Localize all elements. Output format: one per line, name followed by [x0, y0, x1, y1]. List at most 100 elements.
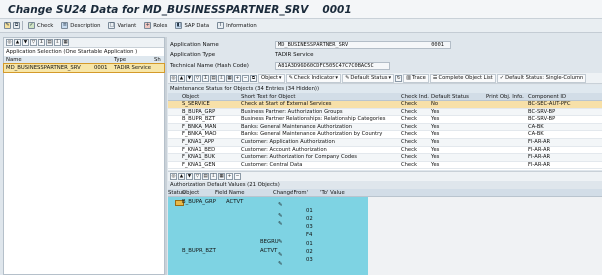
- component-id-cell: BC-SRV-BP: [528, 116, 556, 123]
- column-header[interactable]: 'From' Value: [292, 189, 320, 204]
- column-header[interactable]: Status: [168, 189, 185, 196]
- insert-icon[interactable]: +: [226, 173, 233, 180]
- information-button[interactable]: i Information: [214, 20, 260, 31]
- print-icon[interactable]: ▤: [46, 39, 53, 46]
- column-header[interactable]: 'To' Value: [320, 189, 370, 196]
- print-info-cell: [486, 109, 528, 116]
- pen-icon[interactable]: ✎: [4, 22, 11, 29]
- column-header[interactable]: Change: [273, 189, 293, 196]
- from-value-cell: F4: [306, 232, 313, 238]
- description-button[interactable]: ≡ Description: [58, 20, 103, 31]
- sort-desc-icon[interactable]: ▼: [186, 173, 193, 180]
- print-info-cell: [486, 124, 528, 131]
- information-icon: i: [217, 22, 225, 29]
- export-icon[interactable]: ⇩: [210, 173, 217, 180]
- change-icon[interactable]: ✎: [278, 239, 282, 245]
- check-ind-cell: Check: [401, 108, 417, 115]
- filter-icon[interactable]: ▽: [194, 173, 201, 180]
- print-icon[interactable]: ▤: [210, 74, 217, 82]
- column-header[interactable]: Sh: [154, 56, 164, 63]
- details-icon[interactable]: ◎: [170, 74, 177, 82]
- from-value-cell: 02: [306, 249, 313, 255]
- export-icon[interactable]: ⇩: [54, 39, 61, 46]
- delete-icon[interactable]: −: [242, 74, 249, 82]
- filter-icon[interactable]: ▽: [194, 74, 201, 82]
- splitter[interactable]: [165, 37, 167, 275]
- column-header[interactable]: Short Text for Object: [241, 93, 401, 100]
- trace-button[interactable]: ▥ Trace: [403, 73, 429, 83]
- auth-object-cell: B_BUPR_BZT: [182, 248, 216, 254]
- insert-icon[interactable]: +: [234, 74, 241, 82]
- objects-table-body: S_SERVICE Check at Start of External Serv…: [168, 101, 602, 170]
- filter-icon[interactable]: ▽: [30, 39, 37, 46]
- table-row[interactable]: F_KNA1_GEN Customer: Central Data Check Yes…: [168, 162, 602, 170]
- print-info-cell: [486, 139, 528, 146]
- sum-icon[interactable]: Σ: [38, 39, 45, 46]
- table-row[interactable]: F_BNKA_MAN Banks: General Maintenance Aut…: [168, 123, 602, 132]
- short-text-cell: Business Partner Relationships: Relation…: [241, 116, 386, 123]
- sort-asc-icon[interactable]: ▲: [178, 74, 185, 82]
- table-row[interactable]: F_KNA1_APP Customer: Application Authoriz…: [168, 138, 602, 147]
- layout-icon[interactable]: ▦: [62, 39, 69, 46]
- check-indicator-dropdown[interactable]: ✎ Check Indicator ▾: [285, 73, 342, 83]
- table-row[interactable]: MD_BUSINESSPARTNER_SRV 0001 TADIR Service: [3, 63, 165, 73]
- default-status-cell: Yes: [431, 161, 440, 168]
- change-icon[interactable]: ✎: [278, 202, 282, 208]
- sort-asc-icon[interactable]: ▲: [14, 39, 21, 46]
- sap-data-button[interactable]: ◧ SAP Data: [172, 20, 212, 31]
- sort-asc-icon[interactable]: ▲: [178, 173, 185, 180]
- roles-button[interactable]: + Roles: [141, 20, 170, 31]
- description-icon: ≡: [61, 22, 69, 29]
- column-header[interactable]: Field Name: [215, 189, 273, 196]
- change-icon[interactable]: ✎: [278, 261, 282, 267]
- print-icon[interactable]: ▤: [202, 173, 209, 180]
- table-row[interactable]: B_BUPA_GRP Business Partner: Authorizatio…: [168, 108, 602, 117]
- table-row[interactable]: S_SERVICE Check at Start of External Serv…: [168, 101, 602, 109]
- default-status-cell: Yes: [431, 116, 440, 123]
- app-type-value: TADIR Service: [275, 52, 314, 58]
- window-title: Change SU24 Data for MD_BUSINESSPARTNER_…: [8, 4, 352, 16]
- column-header[interactable]: Default Status: [431, 93, 486, 100]
- change-icon[interactable]: ✎: [278, 221, 282, 227]
- column-header[interactable]: Component ID: [528, 93, 602, 100]
- details-icon[interactable]: ◎: [170, 173, 177, 180]
- refresh-icon[interactable]: ↻: [395, 74, 403, 82]
- table-row[interactable]: F_BNKA_MAO Banks: General Maintenance Aut…: [168, 131, 602, 139]
- column-header[interactable]: Type: [114, 56, 154, 63]
- column-header[interactable]: Name: [4, 56, 114, 63]
- display-change-icon[interactable]: ⧉: [13, 22, 20, 29]
- column-header[interactable]: Check Ind.: [401, 93, 431, 100]
- default-status-cell: Yes: [431, 154, 440, 161]
- layout-icon[interactable]: ▦: [218, 173, 225, 180]
- layout-icon[interactable]: ▦: [226, 74, 233, 82]
- table-row[interactable]: F_KNA1_BUK Customer: Authorization for Co…: [168, 154, 602, 162]
- row-selector: [168, 154, 181, 161]
- print-info-cell: [486, 154, 528, 161]
- column-header[interactable]: Object: [181, 93, 241, 100]
- default-status-cell: Yes: [431, 138, 440, 145]
- app-name-label: Application Name: [170, 42, 219, 48]
- from-value-cell: 03: [306, 257, 313, 263]
- export-icon[interactable]: ⇩: [218, 74, 225, 82]
- object-dropdown[interactable]: Object ▾: [258, 73, 285, 83]
- table-row[interactable]: B_BUPR_BZT Business Partner Relationships…: [168, 116, 602, 124]
- change-icon[interactable]: ✎: [278, 213, 282, 219]
- column-header[interactable]: Object: [182, 189, 215, 196]
- default-status-dropdown[interactable]: ✎ Default Status ▾: [342, 73, 395, 83]
- details-icon[interactable]: ◎: [6, 39, 13, 46]
- variant-button[interactable]: □ Variant: [105, 20, 139, 31]
- short-text-cell: Business Partner: Authorization Groups: [241, 108, 343, 115]
- default-status-single-column-button[interactable]: ✓ Default Status: Single-Column: [496, 73, 587, 83]
- column-header[interactable]: Print Obj. Info.: [486, 93, 528, 100]
- sort-desc-icon[interactable]: ▼: [186, 74, 193, 82]
- sum-icon[interactable]: Σ: [202, 74, 209, 82]
- copy-icon[interactable]: ⧉: [250, 74, 257, 82]
- application-toolbar: ✎ ⧉ ✓ Check ≡ Description □ Variant + Roles …: [0, 19, 602, 33]
- check-button[interactable]: ✓ Check: [25, 20, 56, 31]
- change-icon[interactable]: ✎: [278, 252, 282, 258]
- short-text-cell: Banks: General Maintenance Authorization…: [241, 131, 383, 138]
- delete-icon[interactable]: −: [234, 173, 241, 180]
- table-row[interactable]: F_KNA1_BED Customer: Account Authorizatio…: [168, 147, 602, 155]
- sort-desc-icon[interactable]: ▼: [22, 39, 29, 46]
- complete-object-list-button[interactable]: ☰ Complete Object List: [429, 73, 496, 83]
